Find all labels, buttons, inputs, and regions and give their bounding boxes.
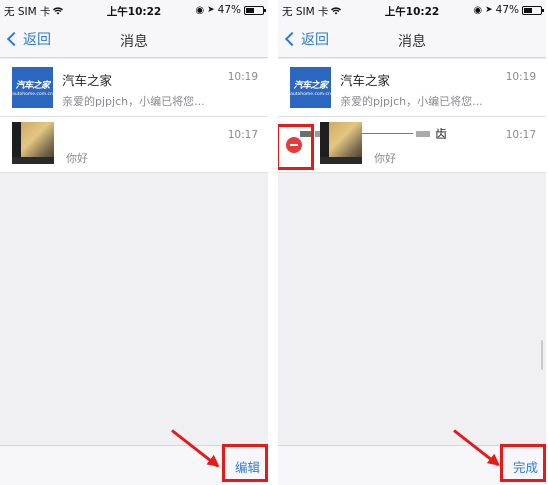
location-icon: ➤ bbox=[485, 5, 493, 15]
battery-percent: 47% bbox=[217, 4, 241, 16]
conversation-time: 10:19 bbox=[505, 71, 536, 83]
phone-screen-editing: 无 SIM 卡 上午10:22 ◉ ➤ 47% 返回 消息 汽车之家 autoh… bbox=[278, 0, 546, 485]
status-right: ◉ ➤ 47% bbox=[195, 4, 266, 16]
lock-rotation-icon: ◉ bbox=[473, 4, 483, 16]
status-bar: 无 SIM 卡 上午10:22 ◉ ➤ 47% bbox=[0, 0, 268, 22]
avatar bbox=[12, 122, 54, 164]
autohome-logo: 汽车之家 autohome.com.cn bbox=[290, 67, 331, 108]
nav-bar: 返回 消息 bbox=[278, 22, 546, 58]
conversation-row[interactable]: 汽车之家 autohome.com.cn 汽车之家 亲爱的pjpjch，小编已将… bbox=[0, 59, 268, 117]
location-icon: ➤ bbox=[207, 5, 215, 15]
conversation-list: 汽车之家 autohome.com.cn 汽车之家 亲爱的pjpjch，小编已将… bbox=[0, 59, 268, 173]
conversation-row[interactable]: 齿 你好 10:17 bbox=[278, 117, 546, 173]
battery-icon bbox=[522, 5, 544, 15]
conversation-time: 10:19 bbox=[227, 71, 258, 83]
conversation-row[interactable]: 你好 10:17 bbox=[0, 117, 268, 173]
battery-percent: 47% bbox=[495, 4, 519, 16]
conversation-time: 10:17 bbox=[505, 129, 536, 141]
conversation-preview: 亲爱的pjpjch，小编已将您... bbox=[62, 95, 205, 108]
phone-screen-normal: 无 SIM 卡 上午10:22 ◉ ➤ 47% 返回 消息 汽车之家 autoh… bbox=[0, 0, 268, 485]
conversation-preview: 你好 bbox=[374, 152, 396, 165]
page-title: 消息 bbox=[398, 34, 426, 50]
nav-bar: 返回 消息 bbox=[0, 22, 268, 58]
lock-rotation-icon: ◉ bbox=[195, 4, 205, 16]
conversation-time: 10:17 bbox=[227, 129, 258, 141]
conversation-preview: 亲爱的pjpjch，小编已将您... bbox=[340, 95, 483, 108]
conversation-name: 齿 bbox=[435, 127, 448, 141]
conversation-row[interactable]: 汽车之家 autohome.com.cn 汽车之家 亲爱的pjpjch，小编已将… bbox=[278, 59, 546, 117]
redaction-line bbox=[353, 133, 413, 134]
redaction-block bbox=[416, 130, 430, 137]
autohome-logo: 汽车之家 autohome.com.cn bbox=[12, 67, 53, 108]
scroll-indicator bbox=[541, 340, 543, 370]
conversation-name: 汽车之家 bbox=[340, 73, 391, 88]
battery-icon bbox=[244, 5, 266, 15]
conversation-list: 汽车之家 autohome.com.cn 汽车之家 亲爱的pjpjch，小编已将… bbox=[278, 59, 546, 173]
status-bar: 无 SIM 卡 上午10:22 ◉ ➤ 47% bbox=[278, 0, 546, 22]
status-right: ◉ ➤ 47% bbox=[473, 4, 544, 16]
conversation-name: 汽车之家 bbox=[62, 73, 113, 88]
done-highlight-box bbox=[500, 444, 546, 482]
page-title: 消息 bbox=[120, 34, 148, 50]
conversation-preview: 你好 bbox=[66, 152, 88, 165]
delete-highlight-box bbox=[278, 124, 314, 170]
avatar bbox=[320, 122, 362, 164]
edit-highlight-box bbox=[222, 444, 268, 482]
